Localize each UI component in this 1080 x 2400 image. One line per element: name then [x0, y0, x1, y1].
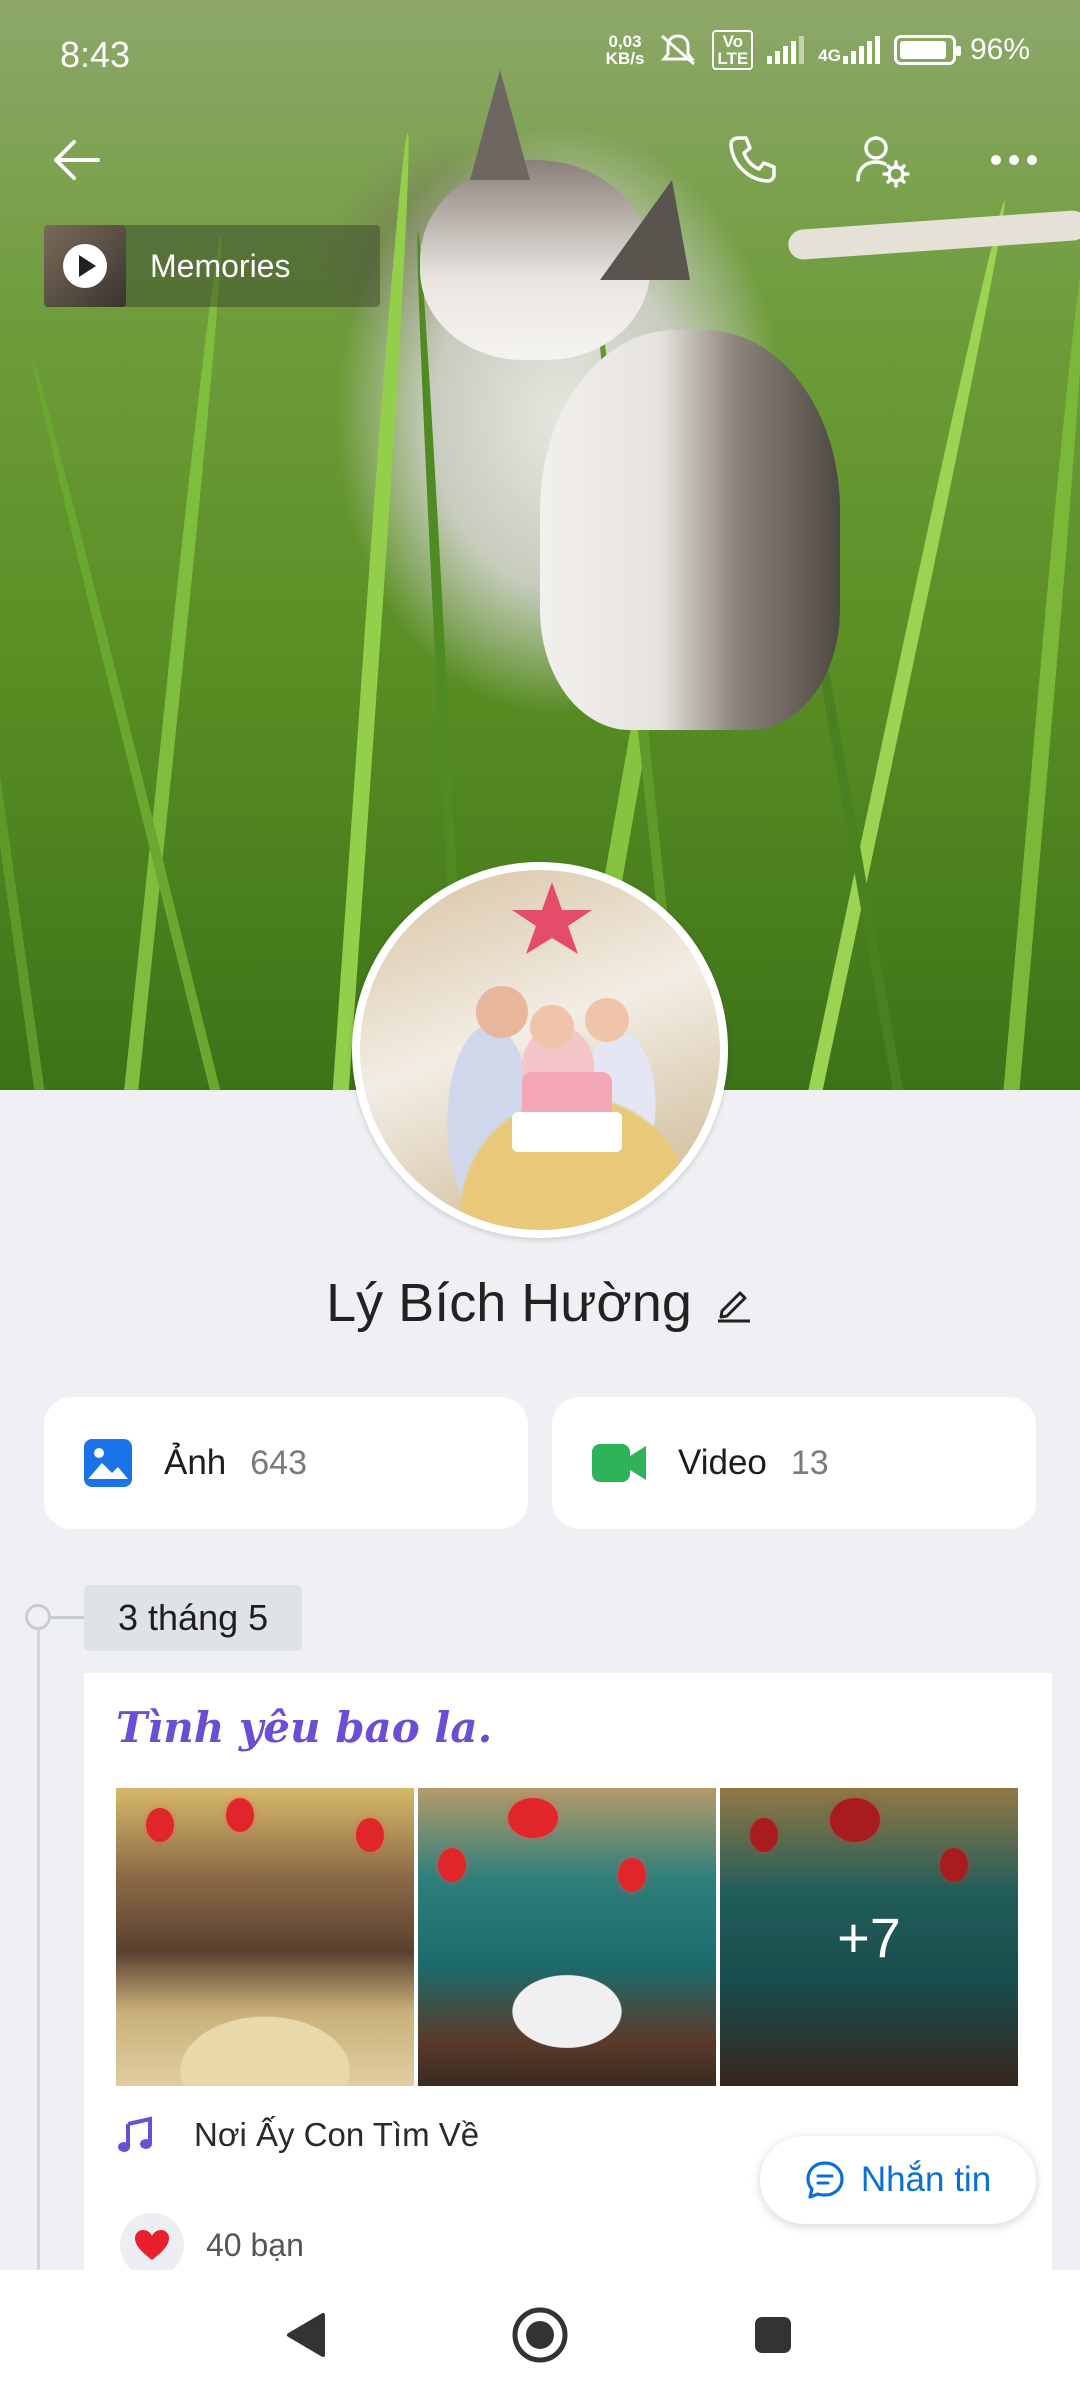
heart-reaction [120, 2213, 184, 2277]
lantern-decoration [618, 1858, 646, 1892]
lantern-decoration [356, 1818, 384, 1852]
status-icons: 0,03 KB/s Vo LTE 4G 96% [606, 30, 1030, 70]
avatar[interactable] [352, 862, 728, 1238]
square-recents-icon [755, 2317, 791, 2353]
post-photo-3[interactable]: +7 [720, 1788, 1018, 2086]
top-nav [0, 120, 1080, 200]
videos-count: 13 [790, 1443, 829, 1482]
volte-bottom: LTE [717, 49, 749, 68]
back-button[interactable] [36, 120, 116, 200]
signal-icon-2 [842, 36, 880, 64]
back-arrow-icon [54, 140, 100, 180]
nav-home-button[interactable] [505, 2300, 575, 2370]
timeline-line [37, 1620, 40, 2280]
network-indicator: 4G [818, 36, 880, 64]
profile-settings-button[interactable] [842, 120, 922, 200]
profile-name: Lý Bích Hường [326, 1273, 692, 1333]
system-nav-bar [0, 2270, 1080, 2400]
chat-bubble-icon [806, 2161, 844, 2199]
videos-card[interactable]: Video 13 [552, 1397, 1036, 1529]
call-button[interactable] [712, 120, 792, 200]
user-gear-icon [856, 136, 910, 188]
phone-icon [729, 136, 776, 183]
post-date-chip: 3 tháng 5 [84, 1585, 303, 1651]
memories-thumbnail [44, 225, 126, 307]
net-speed: 0,03 KB/s [606, 33, 645, 67]
home-circle-icon [512, 2307, 568, 2363]
post-title: Tình yêu bao la. [116, 1703, 493, 1752]
lantern-decoration [508, 1798, 558, 1838]
photos-label: Ảnh [164, 1443, 227, 1482]
photos-count: 643 [250, 1443, 308, 1482]
message-button[interactable]: Nhắn tin [760, 2136, 1036, 2224]
music-title: Nơi Ấy Con Tìm Về [194, 2116, 480, 2153]
nav-back-button[interactable] [270, 2300, 340, 2370]
lantern-decoration [438, 1848, 466, 1882]
timeline-dot [25, 1604, 51, 1630]
more-photos-overlay[interactable]: +7 [720, 1788, 1018, 2086]
signal-icon [767, 36, 805, 64]
net-speed-unit: KB/s [605, 49, 645, 68]
grass-seed-head [787, 209, 1080, 261]
volte-top: Vo [722, 32, 744, 51]
post-music[interactable]: Nơi Ấy Con Tìm Về [116, 2116, 479, 2154]
grass-blade [1000, 252, 1080, 1090]
avatar-image [476, 882, 629, 1152]
grass-blade [0, 436, 50, 1090]
music-note-icon [118, 2116, 152, 2152]
post-reactions[interactable]: 40 bạn [120, 2213, 304, 2277]
heart-icon [135, 2230, 169, 2260]
network-type: 4G [818, 46, 841, 65]
more-options-button[interactable] [974, 120, 1054, 200]
post-photo-2[interactable] [418, 1788, 716, 2086]
likes-count: 40 bạn [206, 2226, 304, 2263]
memories-label: Memories [150, 247, 291, 284]
status-bar: 8:43 0,03 KB/s Vo LTE 4G 96% [0, 0, 1080, 110]
more-dots-icon [991, 155, 1037, 165]
profile-name-row: Lý Bích Hường [0, 1272, 1080, 1334]
grass-blade [120, 234, 229, 1090]
cat-body [540, 330, 840, 730]
battery-percent: 96% [969, 33, 1030, 66]
photos-card[interactable]: Ảnh 643 [44, 1397, 528, 1529]
battery-icon [893, 35, 961, 65]
post-photo-1[interactable] [116, 1788, 414, 2086]
timeline-connector [51, 1616, 85, 1619]
edit-pencil-icon[interactable] [714, 1283, 754, 1323]
video-camera-icon [592, 1444, 646, 1482]
mute-icon [661, 34, 696, 66]
lantern-decoration [146, 1808, 174, 1842]
lantern-decoration [226, 1798, 254, 1832]
message-label: Nhắn tin [860, 2160, 992, 2199]
net-speed-value: 0,03 [608, 32, 642, 51]
memories-button[interactable]: Memories [44, 225, 380, 307]
photo-icon [84, 1439, 132, 1487]
videos-label: Video [678, 1443, 767, 1482]
volte-badge: Vo LTE [712, 30, 754, 70]
status-time: 8:43 [60, 34, 131, 75]
play-icon [63, 244, 107, 288]
nav-recents-button[interactable] [738, 2300, 808, 2370]
triangle-back-icon [287, 2313, 325, 2357]
